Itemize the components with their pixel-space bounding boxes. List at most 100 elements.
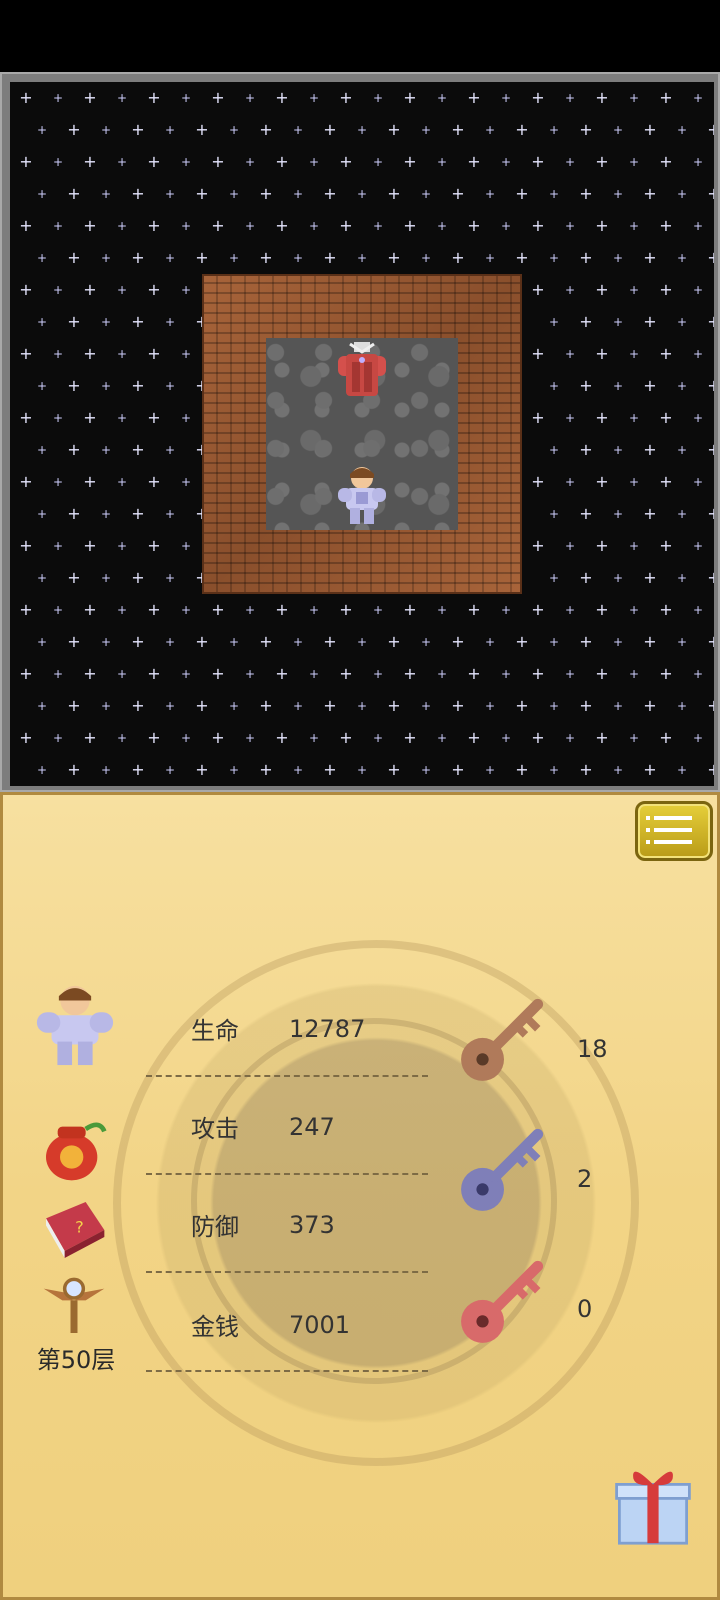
star-icon: + bbox=[707, 696, 714, 715]
star-icon: + bbox=[228, 635, 240, 649]
star-icon: + bbox=[692, 347, 704, 361]
star-icon: + bbox=[131, 440, 145, 459]
star-icon: + bbox=[19, 728, 33, 747]
star-icon: + bbox=[100, 443, 112, 457]
star-icon: + bbox=[403, 664, 417, 683]
star-icon: + bbox=[643, 440, 657, 459]
star-icon: + bbox=[595, 600, 609, 619]
star-icon: + bbox=[308, 91, 320, 105]
star-icon: + bbox=[500, 667, 512, 681]
star-icon: + bbox=[500, 603, 512, 617]
star-icon: + bbox=[692, 155, 704, 169]
star-icon: + bbox=[564, 603, 576, 617]
star-icon: + bbox=[612, 251, 624, 265]
star-icon: + bbox=[292, 187, 304, 201]
star-icon: + bbox=[595, 536, 609, 555]
star-icon: + bbox=[467, 600, 481, 619]
star-icon: + bbox=[356, 251, 368, 265]
star-icon: + bbox=[707, 248, 714, 267]
star-icon: + bbox=[292, 763, 304, 777]
star-icon: + bbox=[707, 632, 714, 651]
game-map[interactable]: + + + + + + + + + + + + + + + + + + + + + + + + + + + + + + + + + + + + + + + +… bbox=[10, 82, 714, 786]
star-icon: + bbox=[83, 664, 97, 683]
star-icon: + bbox=[67, 376, 81, 395]
defense-value: 373 bbox=[289, 1211, 335, 1239]
star-icon: + bbox=[100, 699, 112, 713]
star-icon: + bbox=[131, 568, 145, 587]
star-icon: + bbox=[548, 379, 560, 393]
star-icon: + bbox=[515, 120, 529, 139]
star-icon: + bbox=[164, 571, 176, 585]
star-icon: + bbox=[595, 344, 609, 363]
star-icon: + bbox=[676, 315, 688, 329]
star-icon: + bbox=[451, 632, 465, 651]
monster-book-icon[interactable]: ? bbox=[39, 1195, 109, 1265]
star-icon: + bbox=[531, 536, 545, 555]
star-icon: + bbox=[228, 187, 240, 201]
red-key-icon bbox=[461, 1260, 544, 1343]
star-icon: + bbox=[515, 632, 529, 651]
star-icon: + bbox=[564, 91, 576, 105]
star-icon: + bbox=[36, 635, 48, 649]
star-icon: + bbox=[67, 504, 81, 523]
fly-emblem-icon[interactable] bbox=[39, 1270, 109, 1340]
star-icon: + bbox=[259, 120, 273, 139]
star-icon: + bbox=[131, 504, 145, 523]
star-icon: + bbox=[659, 408, 673, 427]
star-icon: + bbox=[52, 219, 64, 233]
star-icon: + bbox=[259, 632, 273, 651]
star-icon: + bbox=[36, 571, 48, 585]
blue-key-icon bbox=[461, 1128, 544, 1211]
star-icon: + bbox=[308, 667, 320, 681]
star-icon: + bbox=[164, 443, 176, 457]
gift-box-icon[interactable] bbox=[611, 1459, 695, 1549]
star-icon: + bbox=[164, 251, 176, 265]
star-icon: + bbox=[116, 411, 128, 425]
star-icon: + bbox=[52, 347, 64, 361]
star-icon: + bbox=[116, 475, 128, 489]
lucky-bag-icon[interactable] bbox=[39, 1115, 109, 1185]
star-icon: + bbox=[259, 696, 273, 715]
star-icon: + bbox=[548, 571, 560, 585]
star-icon: + bbox=[579, 184, 593, 203]
star-icon: + bbox=[515, 696, 529, 715]
star-icon: + bbox=[100, 123, 112, 137]
star-icon: + bbox=[579, 440, 593, 459]
star-icon: + bbox=[612, 763, 624, 777]
armor-item-icon[interactable] bbox=[332, 340, 392, 400]
star-icon: + bbox=[147, 408, 161, 427]
star-icon: + bbox=[180, 603, 192, 617]
star-icon: + bbox=[628, 155, 640, 169]
yellow-key-icon bbox=[461, 998, 544, 1081]
star-icon: + bbox=[548, 123, 560, 137]
star-icon: + bbox=[451, 760, 465, 779]
star-icon: + bbox=[180, 219, 192, 233]
star-icon: + bbox=[19, 408, 33, 427]
star-icon: + bbox=[692, 667, 704, 681]
star-icon: + bbox=[36, 443, 48, 457]
star-icon: + bbox=[195, 248, 209, 267]
star-icon: + bbox=[164, 635, 176, 649]
star-icon: + bbox=[116, 603, 128, 617]
star-icon: + bbox=[579, 312, 593, 331]
star-icon: + bbox=[323, 184, 337, 203]
star-icon: + bbox=[707, 504, 714, 523]
star-icon: + bbox=[83, 600, 97, 619]
star-icon: + bbox=[595, 152, 609, 171]
star-icon: + bbox=[692, 539, 704, 553]
star-icon: + bbox=[164, 507, 176, 521]
star-icon: + bbox=[595, 472, 609, 491]
star-icon: + bbox=[515, 184, 529, 203]
star-icon: + bbox=[52, 539, 64, 553]
star-icon: + bbox=[387, 248, 401, 267]
star-icon: + bbox=[292, 635, 304, 649]
menu-button[interactable] bbox=[635, 801, 713, 861]
star-icon: + bbox=[467, 216, 481, 235]
star-icon: + bbox=[323, 760, 337, 779]
star-icon: + bbox=[244, 603, 256, 617]
star-icon: + bbox=[467, 664, 481, 683]
star-icon: + bbox=[564, 347, 576, 361]
star-icon: + bbox=[707, 120, 714, 139]
star-icon: + bbox=[372, 731, 384, 745]
star-icon: + bbox=[116, 219, 128, 233]
